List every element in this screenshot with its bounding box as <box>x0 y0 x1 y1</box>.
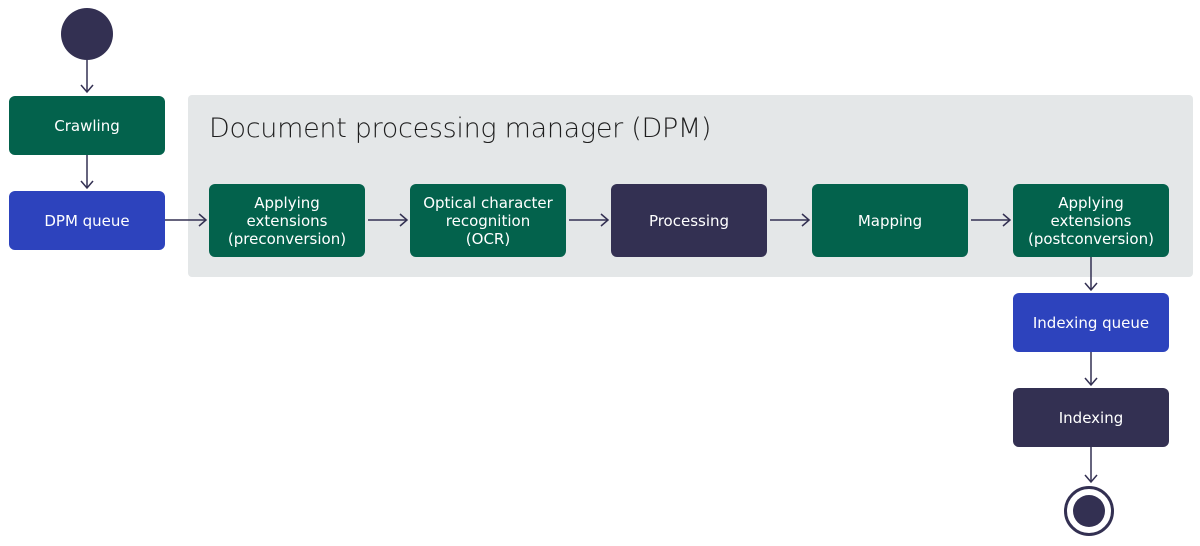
arrow-mapping-to-postconversion <box>971 213 1012 227</box>
arrow-crawling-to-dpm-queue <box>80 155 94 190</box>
arrow-start-to-crawling <box>80 60 94 94</box>
connectors <box>80 60 1098 484</box>
arrow-indexing-queue-to-indexing <box>1084 352 1098 387</box>
arrow-preconversion-to-ocr <box>368 213 409 227</box>
arrow-dpm-queue-to-preconversion <box>165 213 208 227</box>
arrow-ocr-to-processing <box>569 213 610 227</box>
arrow-indexing-to-end <box>1084 447 1098 484</box>
arrow-processing-to-mapping <box>770 213 811 227</box>
arrow-postconversion-to-indexing-queue <box>1084 257 1098 292</box>
